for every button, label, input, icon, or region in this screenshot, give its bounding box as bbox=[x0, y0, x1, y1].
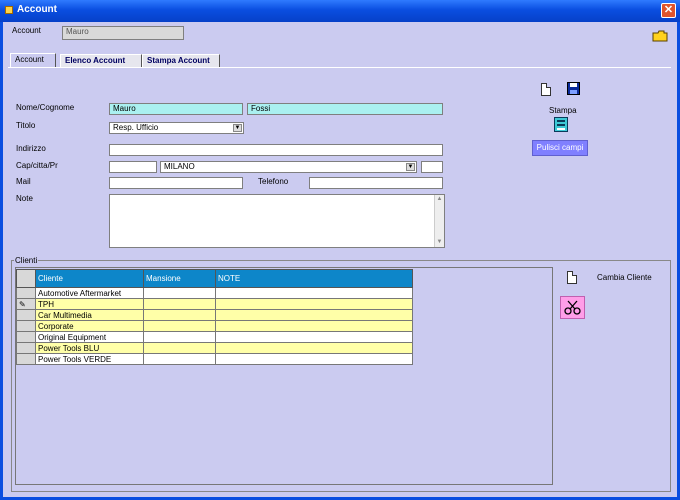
cell-cliente[interactable]: Power Tools BLU bbox=[35, 342, 144, 354]
cell-cliente[interactable]: TPH bbox=[35, 298, 144, 310]
cell-cliente[interactable]: Original Equipment bbox=[35, 331, 144, 343]
print-icon[interactable] bbox=[554, 117, 568, 132]
cell-note[interactable] bbox=[215, 287, 413, 299]
account-field: Mauro bbox=[62, 26, 184, 40]
cell-mansione[interactable] bbox=[143, 298, 216, 310]
chevron-down-icon[interactable]: ▼ bbox=[233, 124, 242, 132]
cell-note[interactable] bbox=[215, 342, 413, 354]
cell-mansione[interactable] bbox=[143, 287, 216, 299]
table-row[interactable]: Power Tools VERDE bbox=[16, 353, 413, 365]
citta-value: MILANO bbox=[164, 162, 195, 171]
table-row[interactable]: Car Multimedia bbox=[16, 309, 413, 321]
row-selector[interactable] bbox=[16, 309, 36, 321]
telefono-field[interactable] bbox=[309, 177, 443, 189]
chevron-down-icon[interactable]: ▼ bbox=[406, 163, 415, 171]
account-label: Account bbox=[12, 26, 41, 35]
nome-field[interactable]: Mauro bbox=[109, 103, 243, 115]
row-selector[interactable] bbox=[16, 320, 36, 332]
row-selector[interactable] bbox=[16, 353, 36, 365]
col-header-note[interactable]: NOTE bbox=[215, 269, 413, 288]
col-header-cliente[interactable]: Cliente bbox=[35, 269, 144, 288]
window-title: Account bbox=[17, 4, 57, 15]
table-row[interactable]: Corporate bbox=[16, 320, 413, 332]
row-selector[interactable] bbox=[16, 287, 36, 299]
citta-select[interactable]: MILANO ▼ bbox=[160, 161, 417, 173]
table-row[interactable]: Original Equipment bbox=[16, 331, 413, 343]
cell-note[interactable] bbox=[215, 309, 413, 321]
clienti-table: Cliente Mansione NOTE Automotive Afterma… bbox=[16, 269, 413, 365]
table-row[interactable]: Power Tools BLU bbox=[16, 342, 413, 354]
cap-field[interactable] bbox=[109, 161, 157, 173]
indirizzo-label: Indirizzo bbox=[16, 144, 46, 153]
row-selector[interactable] bbox=[16, 331, 36, 343]
nome-label: Nome/Cognome bbox=[16, 103, 75, 112]
mail-label: Mail bbox=[16, 177, 31, 186]
cell-cliente[interactable]: Car Multimedia bbox=[35, 309, 144, 321]
table-row[interactable]: Automotive Aftermarket bbox=[16, 287, 413, 299]
cell-cliente[interactable]: Automotive Aftermarket bbox=[35, 287, 144, 299]
col-header-mansione[interactable]: Mansione bbox=[143, 269, 216, 288]
cut-icon[interactable] bbox=[560, 296, 585, 319]
cell-mansione[interactable] bbox=[143, 320, 216, 332]
cell-cliente[interactable]: Power Tools VERDE bbox=[35, 353, 144, 365]
cap-label: Cap/citta/Pr bbox=[16, 161, 58, 170]
note-scrollbar[interactable]: ▲ ▼ bbox=[434, 195, 444, 247]
cell-mansione[interactable] bbox=[143, 331, 216, 343]
cell-mansione[interactable] bbox=[143, 353, 216, 365]
cell-note[interactable] bbox=[215, 320, 413, 332]
grid-corner bbox=[16, 269, 36, 288]
cell-note[interactable] bbox=[215, 331, 413, 343]
close-button[interactable]: ✕ bbox=[661, 3, 676, 18]
cell-cliente[interactable]: Corporate bbox=[35, 320, 144, 332]
note-label: Note bbox=[16, 194, 33, 203]
tab-stampa-account[interactable]: Stampa Account bbox=[142, 54, 220, 68]
folder-icon[interactable] bbox=[652, 30, 668, 42]
pencil-icon[interactable]: ✎ bbox=[16, 298, 36, 310]
cell-mansione[interactable] bbox=[143, 342, 216, 354]
title-bar: Account ✕ bbox=[0, 0, 680, 22]
save-disk-icon[interactable] bbox=[567, 82, 580, 95]
titolo-label: Titolo bbox=[16, 121, 36, 130]
cognome-field[interactable]: Fossi bbox=[247, 103, 443, 115]
note-textarea[interactable]: ▲ ▼ bbox=[109, 194, 445, 248]
cell-note[interactable] bbox=[215, 298, 413, 310]
cell-mansione[interactable] bbox=[143, 309, 216, 321]
new-document-icon[interactable] bbox=[541, 83, 551, 96]
pulisci-campi-button[interactable]: Pulisci campi bbox=[532, 140, 588, 156]
cambia-cliente-label[interactable]: Cambia Cliente bbox=[597, 273, 652, 283]
table-row[interactable]: ✎ TPH bbox=[16, 298, 413, 310]
tab-account[interactable]: Account bbox=[10, 53, 56, 68]
tab-elenco-account[interactable]: Elenco Account bbox=[60, 54, 142, 68]
titolo-select[interactable]: Resp. Ufficio ▼ bbox=[109, 122, 244, 134]
row-selector[interactable] bbox=[16, 342, 36, 354]
cell-note[interactable] bbox=[215, 353, 413, 365]
app-icon bbox=[5, 6, 13, 14]
mail-field[interactable] bbox=[109, 177, 243, 189]
scroll-down-icon[interactable]: ▼ bbox=[436, 239, 443, 246]
prov-field[interactable] bbox=[421, 161, 443, 173]
indirizzo-field[interactable] bbox=[109, 144, 443, 156]
clienti-group-label: Clienti bbox=[14, 256, 39, 265]
stampa-label: Stampa bbox=[549, 106, 577, 115]
scroll-up-icon[interactable]: ▲ bbox=[436, 196, 443, 203]
telefono-label: Telefono bbox=[258, 177, 289, 186]
new-document-icon[interactable] bbox=[567, 271, 577, 284]
titolo-value: Resp. Ufficio bbox=[113, 123, 159, 132]
